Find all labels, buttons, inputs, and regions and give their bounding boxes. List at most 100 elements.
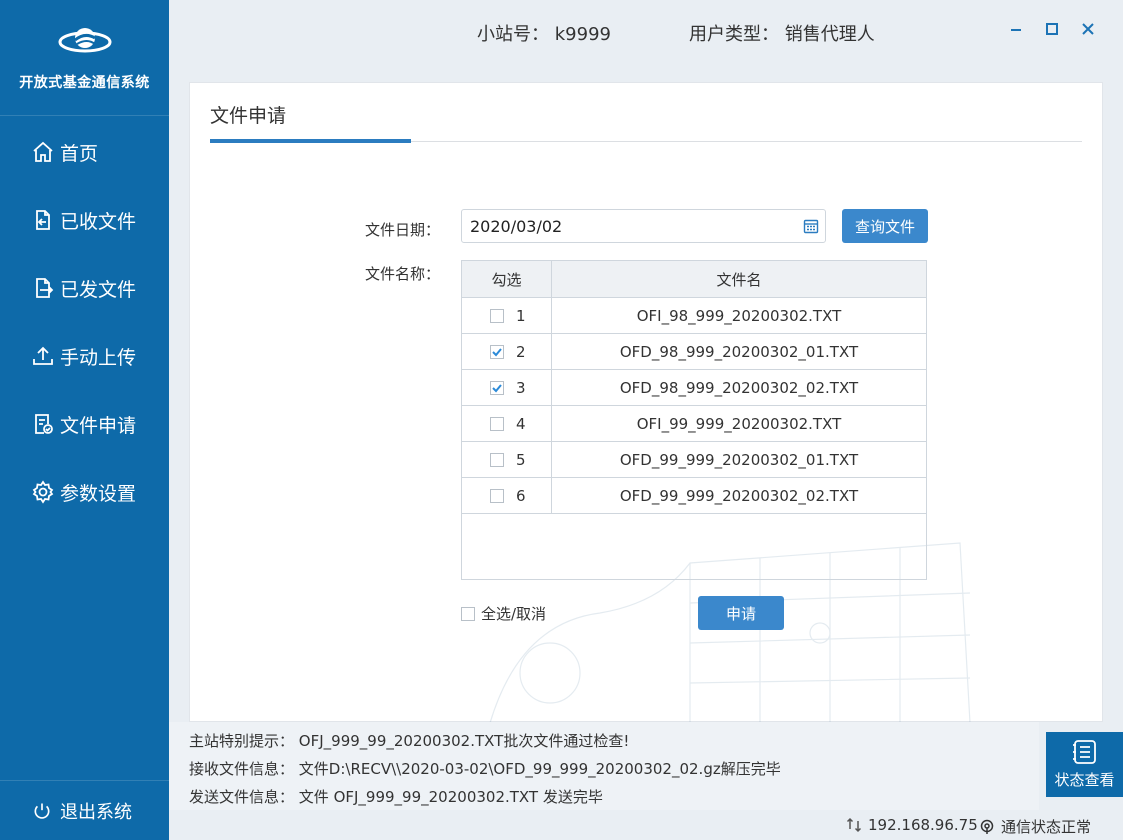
- table-body: 1 OFI_98_999_20200302.TXT 2 OFD_98_999_2020…: [462, 298, 926, 514]
- file-request-panel: 文件申请 文件日期： 2020/03/02 查询文件 文件名称： 勾选 文件名 …: [189, 82, 1103, 723]
- sidebar-item-file-request[interactable]: 文件申请: [0, 390, 169, 458]
- notice-message: 主站特别提示： OFJ_999_99_20200302.TXT批次文件通过检查!: [189, 730, 629, 751]
- maximize-button[interactable]: [1041, 18, 1063, 40]
- file-in-icon: [30, 207, 56, 233]
- sidebar-item-manual-upload[interactable]: 手动上传: [0, 322, 169, 390]
- transfer-icon: [846, 817, 862, 833]
- ip-value: 192.168.96.75: [868, 816, 978, 834]
- receive-value: 文件D:\RECV\\2020-03-02\OFD_99_999_2020030…: [298, 760, 781, 778]
- user-type-label: 用户类型：: [689, 24, 779, 45]
- connection-value: 通信状态正常: [1001, 818, 1092, 836]
- tab-active-indicator: [210, 139, 411, 143]
- close-icon: [1082, 23, 1094, 35]
- status-bar: 192.168.96.75 通信状态正常: [169, 810, 1123, 840]
- column-header-filename: 文件名: [716, 270, 762, 289]
- maximize-icon: [1046, 23, 1058, 35]
- row-checkbox[interactable]: [490, 308, 504, 323]
- row-number: 6: [516, 486, 526, 505]
- sidebar: 开放式基金通信系统 首页 已收文件 已发文件 手动上传 文件申请 参数设置 退出…: [0, 0, 169, 840]
- sidebar-item-label: 已发文件: [60, 278, 137, 301]
- row-number: 4: [516, 414, 526, 433]
- connection-status: 通信状态正常: [979, 816, 1091, 837]
- row-check-cell: 1: [462, 298, 552, 333]
- user-type-info: 用户类型： 销售代理人: [689, 20, 875, 46]
- status-list-icon: [1072, 740, 1096, 764]
- sidebar-item-label: 文件申请: [60, 414, 137, 437]
- sidebar-item-label: 手动上传: [60, 346, 137, 369]
- table-row[interactable]: 5 OFD_99_999_20200302_01.TXT: [462, 442, 926, 478]
- row-checkbox[interactable]: [490, 488, 504, 503]
- row-check-cell: 3: [462, 370, 552, 405]
- notice-value: OFJ_999_99_20200302.TXT批次文件通过检查!: [298, 732, 630, 750]
- home-icon: [30, 139, 56, 165]
- row-check-cell: 5: [462, 442, 552, 477]
- brand: 开放式基金通信系统: [0, 0, 169, 116]
- row-filename: OFD_99_999_20200302_02.TXT: [619, 486, 859, 505]
- filename-label: 文件名称：: [365, 265, 441, 283]
- row-check-cell: 4: [462, 406, 552, 441]
- table-row[interactable]: 6 OFD_99_999_20200302_02.TXT: [462, 478, 926, 514]
- file-table: 勾选 文件名 1 OFI_98_999_20200302.TXT 2 OFD_98_9…: [461, 260, 927, 580]
- sidebar-item-label: 已收文件: [60, 210, 137, 233]
- row-check-cell: 6: [462, 478, 552, 513]
- select-all-label: 全选/取消: [481, 605, 547, 623]
- table-row[interactable]: 4 OFI_99_999_20200302.TXT: [462, 406, 926, 442]
- row-filename: OFD_99_999_20200302_01.TXT: [619, 450, 859, 469]
- row-filename: OFI_98_999_20200302.TXT: [636, 306, 842, 325]
- date-value: 2020/03/02: [470, 216, 563, 236]
- user-type-value: 销售代理人: [784, 24, 875, 45]
- station-label: 小站号：: [477, 24, 549, 45]
- row-checkbox[interactable]: [490, 416, 504, 431]
- signal-icon: [980, 819, 994, 834]
- row-filename: OFI_99_999_20200302.TXT: [636, 414, 842, 433]
- row-number: 1: [516, 306, 526, 325]
- sidebar-item-settings[interactable]: 参数设置: [0, 458, 169, 526]
- sidebar-item-home[interactable]: 首页: [0, 118, 169, 186]
- receive-label: 接收文件信息：: [189, 760, 295, 778]
- ip-address: 192.168.96.75: [846, 816, 978, 834]
- close-button[interactable]: [1077, 18, 1099, 40]
- send-message: 发送文件信息： 文件 OFJ_999_99_20200302.TXT 发送完毕: [189, 786, 603, 807]
- table-row[interactable]: 1 OFI_98_999_20200302.TXT: [462, 298, 926, 334]
- status-view-button[interactable]: 状态查看: [1046, 732, 1123, 797]
- page-title: 文件申请: [210, 105, 287, 127]
- station-value: k9999: [554, 24, 611, 45]
- power-icon: [34, 803, 50, 819]
- receive-message: 接收文件信息： 文件D:\RECV\\2020-03-02\OFD_99_999…: [189, 758, 781, 779]
- date-input[interactable]: 2020/03/02: [461, 209, 826, 243]
- logout-label: 退出系统: [60, 801, 132, 823]
- row-filename: OFD_98_999_20200302_01.TXT: [619, 342, 859, 361]
- station-info: 小站号： k9999: [477, 20, 611, 46]
- date-label: 文件日期：: [365, 221, 441, 239]
- brand-logo-icon: [58, 28, 111, 53]
- select-all-checkbox[interactable]: [461, 606, 475, 621]
- logout-button[interactable]: 退出系统: [0, 780, 169, 840]
- row-check-cell: 2: [462, 334, 552, 369]
- sidebar-item-received-files[interactable]: 已收文件: [0, 186, 169, 254]
- table-row[interactable]: 3 OFD_98_999_20200302_02.TXT: [462, 370, 926, 406]
- row-checkbox[interactable]: [490, 344, 504, 359]
- minimize-icon: [1011, 29, 1021, 31]
- row-number: 5: [516, 450, 526, 469]
- row-checkbox[interactable]: [490, 452, 504, 467]
- apply-button[interactable]: 申请: [698, 596, 784, 630]
- calendar-icon[interactable]: [803, 218, 819, 234]
- file-out-icon: [30, 275, 56, 301]
- upload-icon: [30, 343, 56, 369]
- row-checkbox[interactable]: [490, 380, 504, 395]
- header: 小站号： k9999 用户类型： 销售代理人: [169, 0, 1123, 62]
- row-filename: OFD_98_999_20200302_02.TXT: [619, 378, 859, 397]
- select-all-toggle[interactable]: 全选/取消: [461, 603, 546, 624]
- checkmark-icon: [492, 383, 502, 392]
- query-files-button[interactable]: 查询文件: [842, 209, 928, 243]
- sidebar-item-sent-files[interactable]: 已发文件: [0, 254, 169, 322]
- sidebar-nav: 首页 已收文件 已发文件 手动上传 文件申请 参数设置: [0, 118, 169, 526]
- table-row[interactable]: 2 OFD_98_999_20200302_01.TXT: [462, 334, 926, 370]
- checkmark-icon: [492, 347, 502, 356]
- send-value: 文件 OFJ_999_99_20200302.TXT 发送完毕: [298, 788, 603, 806]
- column-header-check: 勾选: [462, 261, 552, 297]
- row-number: 3: [516, 378, 526, 397]
- message-area: 主站特别提示： OFJ_999_99_20200302.TXT批次文件通过检查!…: [169, 722, 1039, 810]
- minimize-button[interactable]: [1005, 18, 1027, 40]
- sidebar-item-label: 参数设置: [60, 482, 137, 505]
